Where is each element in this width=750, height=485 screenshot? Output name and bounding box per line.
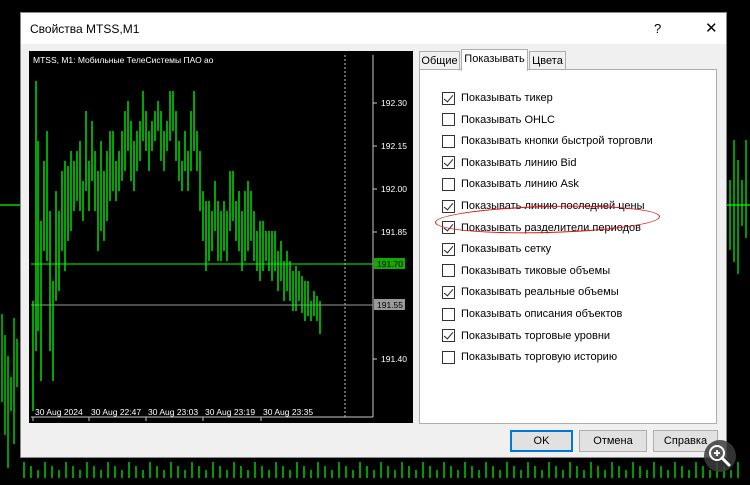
option-label: Показывать кнопки быстрой торговли bbox=[461, 135, 653, 148]
price-label: 191.85 bbox=[381, 227, 407, 237]
option-label: Показывать линию последней цены bbox=[461, 200, 645, 212]
tab-general[interactable]: Общие bbox=[419, 51, 460, 70]
option-row[interactable]: Показывать тикер bbox=[442, 90, 553, 106]
time-label: 30 Aug 23:03 bbox=[148, 407, 198, 417]
option-row[interactable]: Показывать торговые уровни bbox=[442, 328, 610, 344]
chart-preview: MTSS, M1: Мобильные ТелеСистемы ПАО ао 1… bbox=[29, 51, 413, 423]
checkbox-checked[interactable] bbox=[442, 285, 455, 299]
title-bar: Свойства MTSS,M1 ? ✕ bbox=[21, 13, 726, 44]
time-label: 30 Aug 2024 bbox=[35, 407, 83, 417]
tab-colors[interactable]: Цвета bbox=[529, 51, 566, 70]
checkbox-checked[interactable] bbox=[442, 199, 455, 213]
checkbox-checked[interactable] bbox=[442, 156, 455, 170]
option-label: Показывать линию Bid bbox=[461, 156, 577, 169]
option-row[interactable]: Показывать разделители периодов bbox=[442, 220, 641, 236]
option-row[interactable]: Показывать кнопки быстрой торговли bbox=[442, 133, 653, 149]
close-icon[interactable]: ✕ bbox=[705, 19, 718, 37]
dialog-title: Свойства MTSS,M1 bbox=[30, 22, 140, 36]
checkbox-checked[interactable] bbox=[442, 242, 455, 256]
option-label: Показывать линию Ask bbox=[461, 178, 579, 191]
checkbox-checked[interactable] bbox=[442, 91, 455, 105]
price-label: 192.15 bbox=[381, 141, 407, 151]
option-label: Показывать реальные объемы bbox=[461, 286, 619, 299]
option-label: Показывать тикер bbox=[461, 92, 553, 104]
option-label: Показывать торговые уровни bbox=[461, 329, 611, 342]
option-row[interactable]: Показывать сетку bbox=[442, 241, 551, 257]
help-icon[interactable]: ? bbox=[654, 21, 661, 36]
zoom-in-icon[interactable] bbox=[704, 440, 736, 472]
tab-show[interactable]: Показывать bbox=[461, 49, 528, 71]
preview-chart: MTSS, M1: Мобильные ТелеСистемы ПАО ао 1… bbox=[31, 55, 407, 421]
checkbox-unchecked[interactable] bbox=[442, 177, 455, 191]
checkbox-unchecked[interactable] bbox=[442, 350, 455, 364]
checkbox-unchecked[interactable] bbox=[442, 307, 455, 321]
checkbox-unchecked[interactable] bbox=[442, 113, 455, 127]
cancel-button[interactable]: Отмена bbox=[579, 430, 647, 452]
option-label: Показывать тиковые объемы bbox=[461, 264, 611, 277]
option-label: Показывать сетку bbox=[461, 243, 552, 256]
bid-price-label: 191.70 bbox=[377, 259, 403, 269]
time-label: 30 Aug 22:47 bbox=[91, 407, 141, 417]
time-label: 30 Aug 23:19 bbox=[205, 407, 255, 417]
option-label: Показывать OHLC bbox=[461, 113, 556, 126]
show-options-panel: Показывать тикер Показывать OHLC Показыват… bbox=[419, 69, 717, 424]
checkbox-checked[interactable] bbox=[442, 329, 455, 343]
option-row[interactable]: Показывать линию последней цены bbox=[442, 198, 645, 214]
option-row[interactable]: Показывать OHLC bbox=[442, 112, 555, 128]
price-label: 191.40 bbox=[381, 354, 407, 364]
option-row[interactable]: Показывать реальные объемы bbox=[442, 284, 619, 300]
option-row[interactable]: Показывать тиковые объемы bbox=[442, 263, 610, 279]
checkbox-checked[interactable] bbox=[442, 221, 455, 235]
option-label: Показывать торговую историю bbox=[461, 351, 618, 364]
option-row[interactable]: Показывать торговую историю bbox=[442, 349, 617, 365]
option-label: Показывать разделители периодов bbox=[461, 221, 641, 234]
price-label: 192.00 bbox=[381, 184, 407, 194]
option-label: Показывать описания объектов bbox=[461, 308, 623, 320]
checkbox-unchecked[interactable] bbox=[442, 264, 455, 278]
time-label: 30 Aug 23:35 bbox=[263, 407, 313, 417]
ok-button[interactable]: OK bbox=[510, 430, 573, 452]
properties-dialog: Свойства MTSS,M1 ? ✕ MTSS, M1: Мобильные… bbox=[20, 12, 727, 458]
last-price-label: 191.55 bbox=[377, 300, 403, 310]
chart-header: MTSS, M1: Мобильные ТелеСистемы ПАО ао bbox=[33, 55, 214, 65]
price-label: 192.30 bbox=[381, 98, 407, 108]
option-row[interactable]: Показывать описания объектов bbox=[442, 306, 622, 322]
option-row[interactable]: Показывать линию Bid bbox=[442, 155, 576, 171]
checkbox-unchecked[interactable] bbox=[442, 134, 455, 148]
option-row[interactable]: Показывать линию Ask bbox=[442, 176, 579, 192]
